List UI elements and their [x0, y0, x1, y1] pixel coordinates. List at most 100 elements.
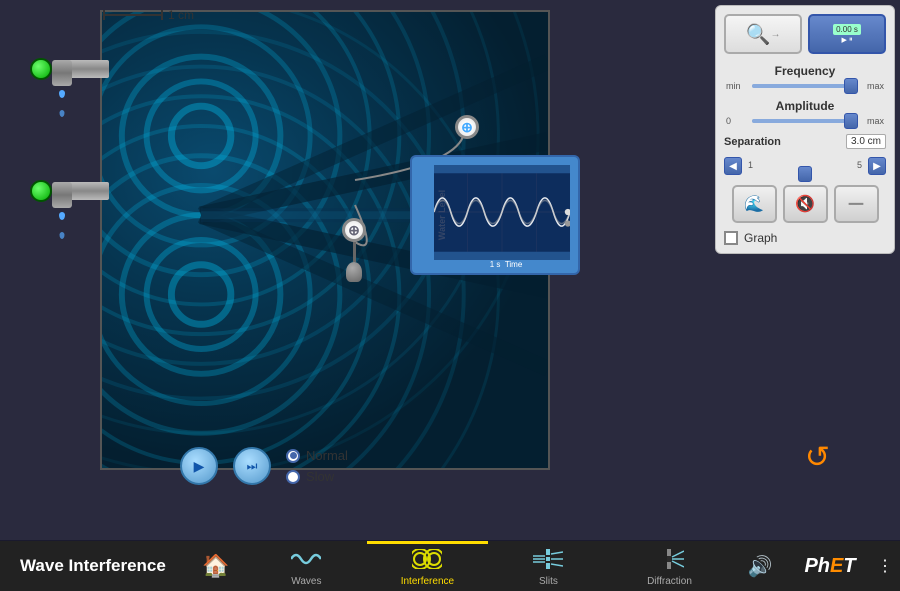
refresh-icon: ↺ [805, 441, 830, 474]
magnifier-button[interactable]: 🔍 → [724, 14, 802, 54]
timer-step-icon: ⏸ [849, 36, 853, 44]
separation-increase-button[interactable]: ▶ [868, 157, 886, 175]
sound-button[interactable]: 🔇 [783, 185, 828, 223]
slow-speed-label: Slow [306, 469, 334, 484]
pipe-nozzle-bottom [52, 182, 72, 208]
sound-icon: 🔇 [795, 194, 815, 214]
droplet-bottom-2 [60, 232, 65, 239]
output-buttons: 🌊 🔇 ━━ [724, 185, 886, 223]
droplet-bottom-1 [59, 212, 65, 220]
magnifier-arrow: → [770, 29, 780, 40]
diffraction-label: Diffraction [647, 576, 692, 587]
timer-play-icon: ▶ [842, 36, 847, 44]
step-button[interactable]: ⏭ [233, 447, 271, 485]
graph-svg [434, 165, 570, 260]
nav-diffraction[interactable]: Diffraction [609, 541, 730, 591]
interference-label: Interference [401, 576, 454, 587]
sound-toggle-icon: 🔊 [748, 554, 773, 579]
probe-crosshair-top: ⊕ [461, 119, 473, 136]
graph-x-label: 1 s Time [434, 260, 578, 269]
amplitude-min-label: 0 [726, 116, 748, 126]
nav-waves[interactable]: Waves [246, 541, 367, 591]
separation-max-label: 5 [857, 160, 862, 170]
bottom-controls: ▶ ⏭ Normal Slow [180, 447, 348, 485]
normal-radio-inner [290, 452, 297, 459]
nav-title: Wave Interference [0, 541, 186, 591]
interference-icon [412, 549, 442, 574]
probe-bottom[interactable]: ⊕ [342, 218, 366, 282]
nav-interference[interactable]: Interference [367, 541, 488, 591]
source-bottom[interactable] [30, 180, 109, 202]
ruler-line [103, 14, 163, 16]
play-button[interactable]: ▶ [180, 447, 218, 485]
separation-decrease-button[interactable]: ◀ [724, 157, 742, 175]
probe-top[interactable]: ⊕ [455, 115, 479, 139]
timer-button[interactable]: 0.00 s ▶ ⏸ [808, 14, 886, 54]
pipe-body-bottom [54, 182, 109, 200]
graph-checkbox-label: Graph [744, 231, 777, 245]
step-icon: ⏭ [247, 459, 258, 474]
separation-slider-container: 1 5 [746, 160, 864, 172]
graph-popup: Water Level [410, 155, 580, 275]
frequency-fill [752, 84, 858, 88]
simulation-area: 1 cm [0, 0, 900, 540]
amplitude-slider-row: 0 max [724, 116, 886, 126]
normal-speed-radio[interactable]: Normal [286, 448, 348, 463]
nav-more-button[interactable]: ⋮ [870, 541, 900, 591]
nav-slits[interactable]: Slits [488, 541, 609, 591]
nav-more-icon: ⋮ [877, 556, 893, 576]
magnifier-icon: 🔍 [746, 22, 771, 47]
slow-speed-radio[interactable]: Slow [286, 469, 348, 484]
graph-checkbox[interactable] [724, 231, 738, 245]
normal-speed-label: Normal [306, 448, 348, 463]
droplet-top-2 [60, 110, 65, 117]
separation-min-label: 1 [748, 160, 753, 170]
right-panel: 🔍 → 0.00 s ▶ ⏸ Frequency min max Amplitu… [715, 5, 895, 254]
ruler-label: 1 cm [168, 8, 194, 22]
frequency-thumb[interactable] [844, 78, 858, 94]
probe-head-top[interactable]: ⊕ [455, 115, 479, 139]
graph-checkbox-row: Graph [724, 231, 886, 245]
amplitude-fill [752, 119, 858, 123]
droplet-top-1 [59, 90, 65, 98]
pipe-nozzle-top [52, 60, 72, 86]
amplitude-track[interactable] [752, 119, 858, 123]
frequency-max-label: max [862, 81, 884, 91]
water-button[interactable]: 🌊 [732, 185, 777, 223]
probe-bulb [346, 262, 362, 282]
probe-stick [353, 242, 356, 262]
ruler: 1 cm [103, 8, 194, 22]
amplitude-thumb[interactable] [844, 113, 858, 129]
light-button[interactable]: ━━ [834, 185, 879, 223]
diffraction-icon [654, 549, 684, 574]
separation-thumb[interactable] [798, 166, 812, 182]
normal-radio-outer [286, 449, 300, 463]
separation-label: Separation [724, 136, 781, 148]
probe-crosshair-bottom: ⊕ [348, 222, 360, 239]
source-dot-top[interactable] [30, 58, 52, 80]
slits-icon [533, 549, 563, 574]
panel-top-controls: 🔍 → 0.00 s ▶ ⏸ [724, 14, 886, 54]
frequency-label: Frequency [724, 64, 886, 78]
speed-controls: Normal Slow [286, 448, 348, 484]
pipe-body-top [54, 60, 109, 78]
source-dot-bottom[interactable] [30, 180, 52, 202]
frequency-slider-row: min max [724, 81, 886, 91]
nav-bar: Wave Interference 🏠 Waves Interference [0, 541, 900, 591]
phet-logo[interactable]: PhET [790, 541, 870, 591]
timer-controls: ▶ ⏸ [842, 36, 853, 44]
waves-label: Waves [291, 576, 321, 587]
slits-label: Slits [539, 576, 558, 587]
source-top[interactable] [30, 58, 109, 80]
separation-row: Separation 3.0 cm [724, 134, 886, 149]
probe-head-bottom[interactable]: ⊕ [342, 218, 366, 242]
waves-icon [291, 549, 321, 574]
frequency-track[interactable] [752, 84, 858, 88]
home-button[interactable]: 🏠 [186, 541, 246, 591]
slow-radio-outer [286, 470, 300, 484]
refresh-button[interactable]: ↺ [805, 440, 830, 475]
sound-toggle-button[interactable]: 🔊 [730, 541, 790, 591]
home-icon: 🏠 [202, 553, 229, 579]
separation-value: 3.0 cm [846, 134, 886, 149]
timer-display: 0.00 s [833, 24, 861, 35]
